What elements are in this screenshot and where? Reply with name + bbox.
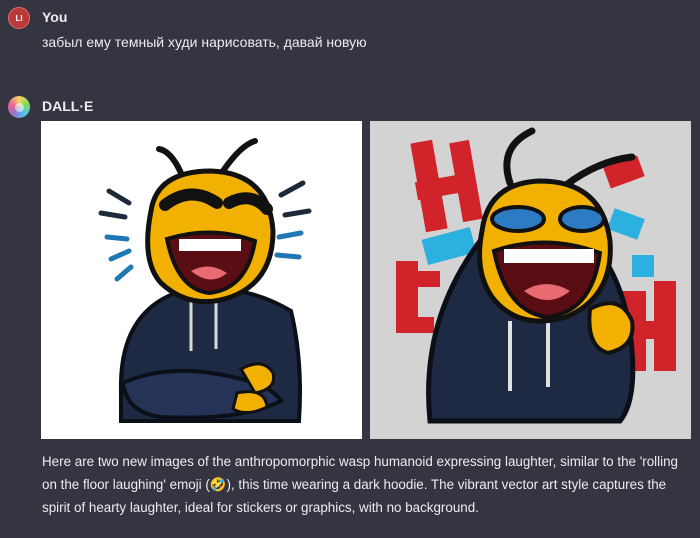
assistant-author: DALL·E xyxy=(42,98,94,114)
rofl-emoji-icon: 🤣 xyxy=(209,477,227,492)
user-message: LI You забыл ему темный худи нарисовать,… xyxy=(0,0,700,60)
user-author: You xyxy=(42,9,68,25)
assistant-description: Here are two new images of the anthropom… xyxy=(42,450,692,519)
generated-image-2[interactable] xyxy=(370,121,691,439)
generated-image-1[interactable] xyxy=(41,121,362,439)
laughing-wasp-fist-image xyxy=(396,127,676,424)
laughing-wasp-arms-crossed-image xyxy=(98,138,312,423)
user-message-text: забыл ему темный худи нарисовать, давай … xyxy=(42,34,367,50)
user-avatar-initials: LI xyxy=(15,13,23,23)
dalle-avatar-icon xyxy=(8,96,30,118)
user-avatar: LI xyxy=(8,7,30,29)
